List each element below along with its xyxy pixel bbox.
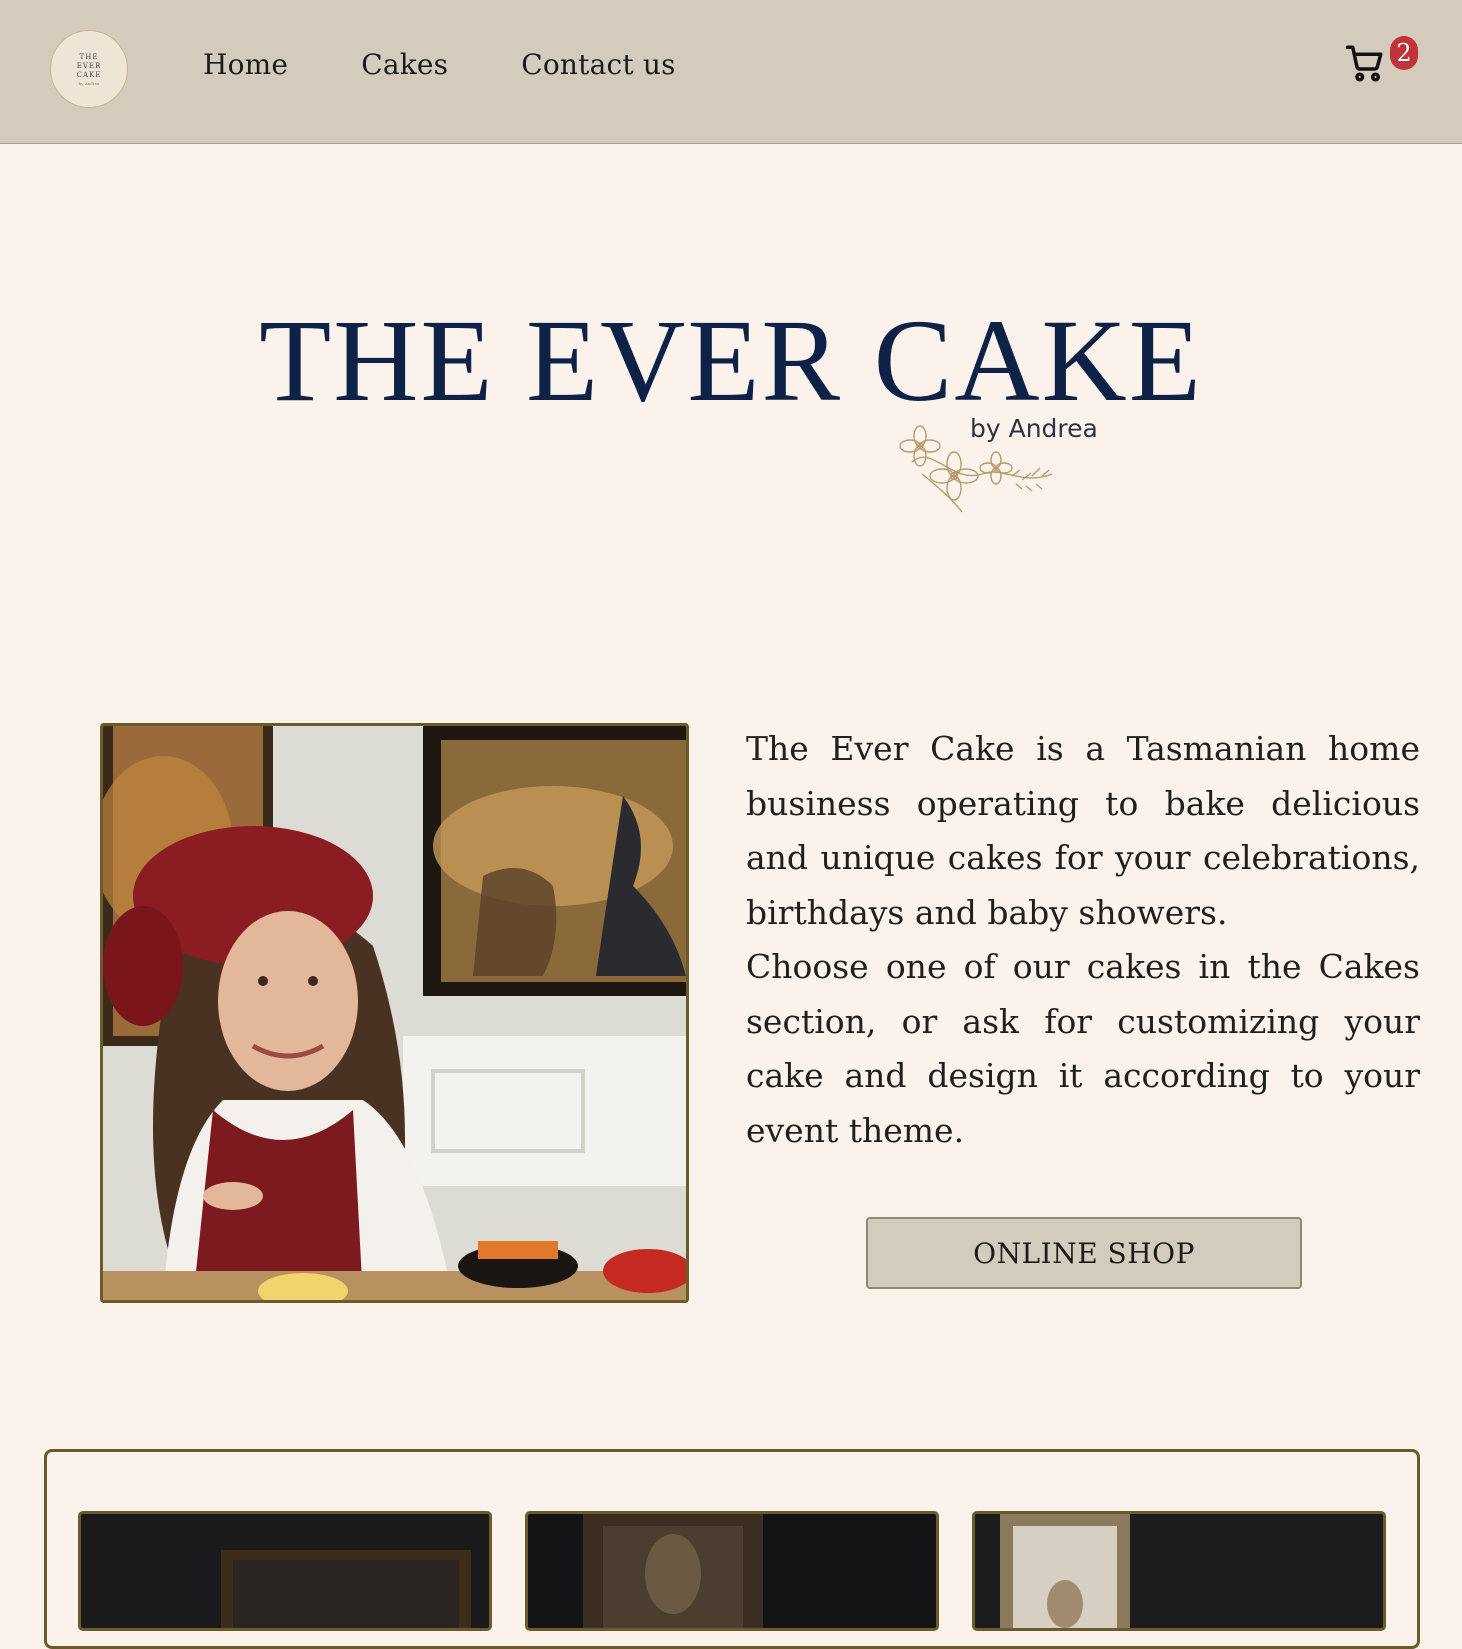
gallery-card-2[interactable] — [525, 1511, 939, 1631]
main-nav: Home Cakes Contact us — [203, 48, 676, 81]
gallery-card-1[interactable] — [78, 1511, 492, 1631]
about-paragraph-1: The Ever Cake is a Tasmanian home busine… — [746, 729, 1420, 932]
owner-photo — [100, 723, 689, 1303]
logo-text: THE EVER CAKE — [76, 52, 102, 79]
gallery-card-3[interactable] — [972, 1511, 1386, 1631]
brand-title: THE EVER CAKE — [259, 295, 1203, 426]
cart-icon — [1345, 45, 1383, 82]
about-description: The Ever Cake is a Tasmanian home busine… — [746, 722, 1420, 1158]
nav-home[interactable]: Home — [203, 48, 288, 81]
brand-subtitle: by Andrea — [970, 414, 1098, 443]
cart-button[interactable]: 2 — [1344, 36, 1418, 96]
online-shop-button[interactable]: ONLINE SHOP — [866, 1217, 1302, 1289]
cake-photo — [528, 1514, 936, 1628]
site-header: THE EVER CAKE by Andrea Home Cakes Conta… — [0, 0, 1462, 144]
about-paragraph-2: Choose one of our cakes in the Cakes sec… — [746, 947, 1420, 1150]
nav-cakes[interactable]: Cakes — [361, 48, 448, 81]
cake-photo — [975, 1514, 1383, 1628]
nav-contact-us[interactable]: Contact us — [521, 48, 676, 81]
site-logo[interactable]: THE EVER CAKE by Andrea — [50, 30, 128, 108]
portrait-photo — [103, 726, 686, 1300]
cake-photo — [81, 1514, 489, 1628]
logo-subtext: by Andrea — [78, 80, 100, 86]
cart-count-badge: 2 — [1390, 36, 1418, 70]
